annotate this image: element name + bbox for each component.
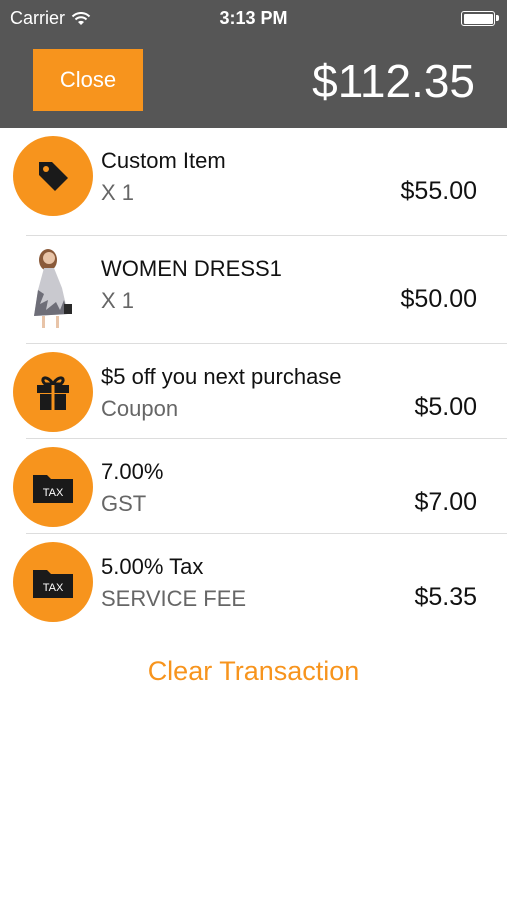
svg-text:TAX: TAX [43,582,64,594]
item-title: 5.00% Tax [101,554,204,579]
list-item[interactable]: WOMEN DRESS1 X 1 $50.00 [0,236,507,344]
item-title: WOMEN DRESS1 [101,256,282,281]
clear-transaction-button[interactable]: Clear Transaction [0,656,507,687]
cart-list: Custom Item X 1 $55.00 WOMEN DRESS1 X 1 … [0,128,507,629]
item-type: Coupon [101,396,179,421]
close-button[interactable]: Close [33,49,143,111]
item-title: $5 off you next purchase [101,364,342,389]
item-price: $7.00 [414,488,477,516]
item-type: SERVICE FEE [101,586,247,611]
tax-folder-icon: TAX [13,542,93,622]
list-item[interactable]: $5 off you next purchase Coupon $5.00 [0,344,507,439]
status-bar: Carrier 3:13 PM [0,0,507,36]
clock: 3:13 PM [219,8,288,28]
gift-icon [13,352,93,432]
item-title: Custom Item [101,148,226,173]
item-price: $50.00 [400,285,477,313]
item-quantity: X 1 [101,288,135,313]
battery-icon [461,11,499,26]
item-quantity: X 1 [101,180,135,205]
price-tag-icon [13,136,93,216]
list-item[interactable]: Custom Item X 1 $55.00 [0,128,507,236]
item-price: $5.35 [414,583,477,611]
item-title: 7.00% [101,459,164,484]
list-item[interactable]: TAX 7.00% GST $7.00 [0,439,507,534]
svg-text:TAX: TAX [43,487,64,499]
total-amount: $112.35 [312,55,475,107]
item-price: $5.00 [414,393,477,421]
list-item[interactable]: TAX 5.00% Tax SERVICE FEE $5.35 [0,534,507,629]
item-price: $55.00 [400,177,477,205]
header-bar: Close $112.35 [0,36,507,128]
item-type: GST [101,491,147,516]
tax-folder-icon: TAX [13,447,93,527]
product-photo [24,244,80,330]
